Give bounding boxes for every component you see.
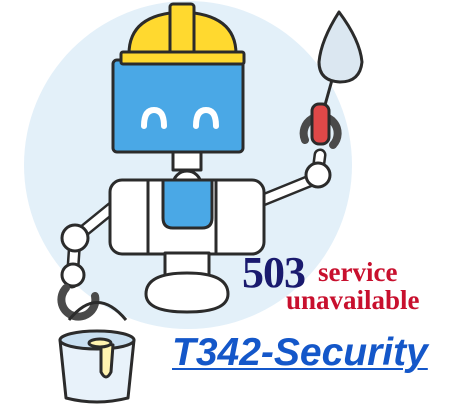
robot-head [111, 58, 245, 154]
paint-bucket-icon [58, 301, 136, 404]
error-message-line1: service [318, 257, 398, 287]
brand-link[interactable]: T342-Security [172, 331, 428, 375]
error-message-line2: unavailable [286, 285, 420, 315]
